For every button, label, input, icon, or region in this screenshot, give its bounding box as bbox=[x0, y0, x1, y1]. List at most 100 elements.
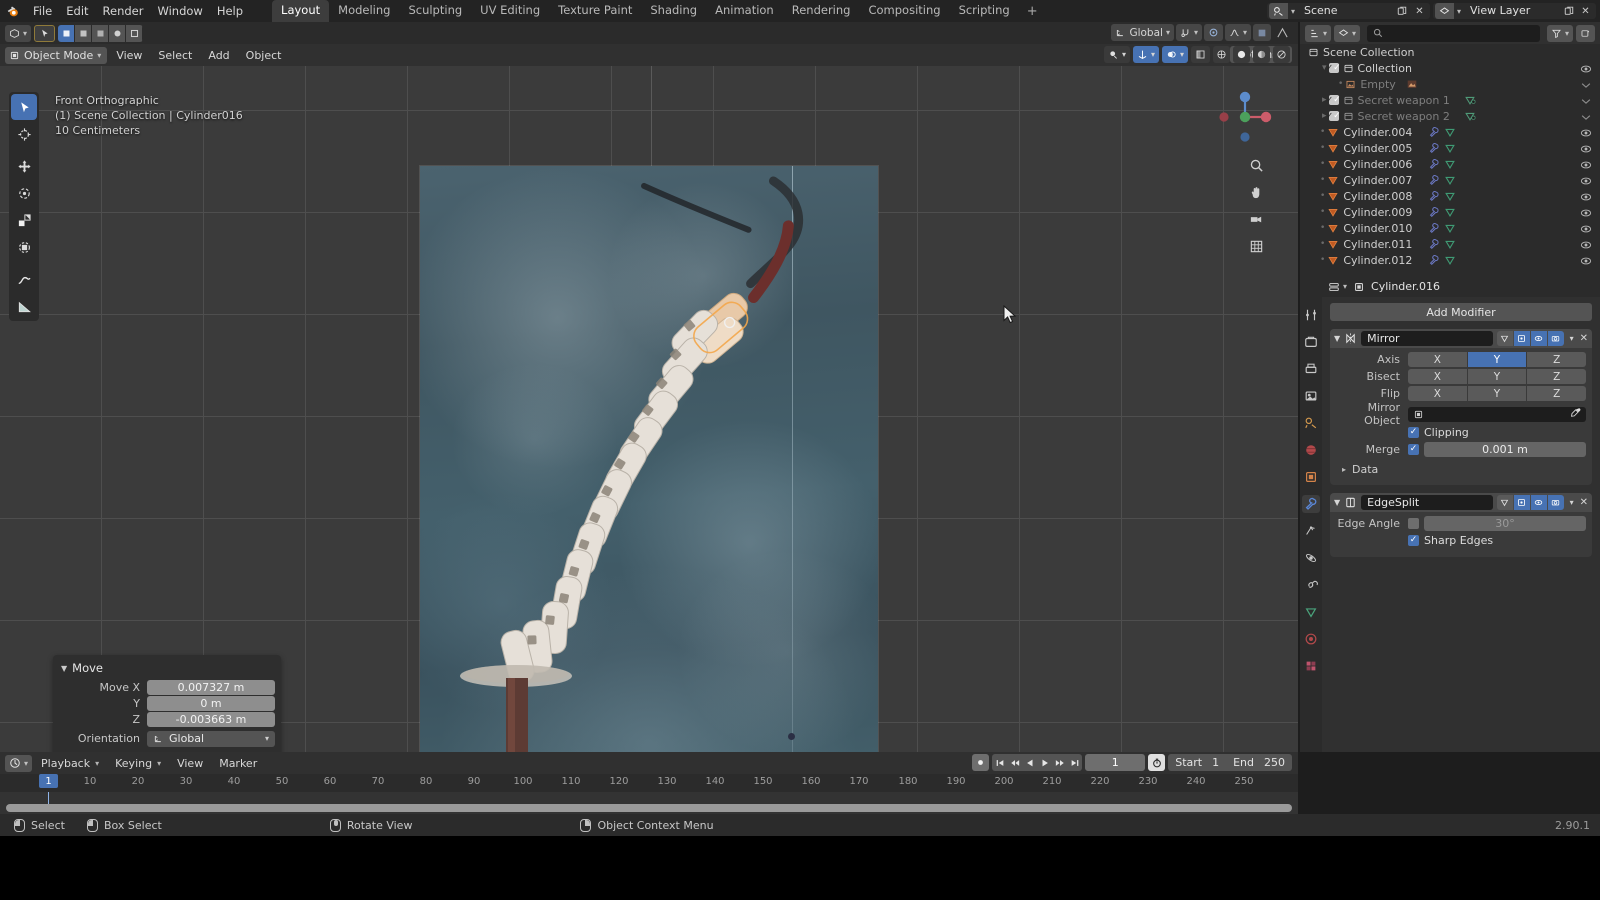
new-view-layer-icon[interactable] bbox=[1560, 3, 1577, 19]
properties-tab-physics[interactable] bbox=[1302, 549, 1320, 567]
outliner-row-secret-weapon-2[interactable]: ▸ ✓ Secret weapon 2 bbox=[1300, 108, 1600, 124]
mirror-flip-x[interactable]: X bbox=[1408, 386, 1467, 401]
mirror-axis-x[interactable]: X bbox=[1408, 352, 1467, 367]
start-frame-field[interactable]: Start 1 bbox=[1168, 754, 1226, 771]
mesh-data-icon[interactable] bbox=[1444, 174, 1456, 186]
mesh-data-icon[interactable] bbox=[1444, 142, 1456, 154]
annotate-tool-icon[interactable] bbox=[11, 266, 37, 292]
workspace-tab-rendering[interactable]: Rendering bbox=[783, 0, 860, 22]
properties-tab-material[interactable] bbox=[1302, 630, 1320, 648]
mirror-data-subpanel[interactable]: ▸ Data bbox=[1336, 459, 1586, 478]
modifier-delete-icon[interactable]: ✕ bbox=[1580, 497, 1588, 508]
outliner-filter-icon[interactable]: ▾ bbox=[1547, 25, 1573, 42]
menu-help[interactable]: Help bbox=[210, 2, 250, 21]
properties-tab-world[interactable] bbox=[1302, 441, 1320, 459]
modifier-toggle-render[interactable] bbox=[1548, 495, 1564, 510]
timeline-menu-playback[interactable]: Playback ▾ bbox=[34, 755, 106, 772]
next-keyframe-icon[interactable] bbox=[1052, 754, 1067, 771]
outliner-row-cylinder-012[interactable]: • Cylinder.012 bbox=[1300, 252, 1600, 268]
mesh-data-icon[interactable] bbox=[1444, 206, 1456, 218]
mesh-data-icon[interactable] bbox=[1464, 110, 1476, 122]
toggle-ortho-perspective-icon[interactable] bbox=[1249, 239, 1264, 257]
snapping-dropdown[interactable]: ▾ bbox=[1176, 24, 1202, 41]
add-workspace-button[interactable]: + bbox=[1019, 2, 1046, 21]
camera-view-icon[interactable] bbox=[1249, 212, 1264, 230]
edgesplit-edge-angle-checkbox[interactable] bbox=[1408, 518, 1419, 529]
chevron-down-icon[interactable]: ▾ bbox=[265, 734, 269, 743]
properties-tab-object[interactable] bbox=[1302, 468, 1320, 486]
workspace-tab-compositing[interactable]: Compositing bbox=[859, 0, 949, 22]
select-mode-invert-icon[interactable] bbox=[109, 25, 126, 42]
current-frame-field[interactable]: 1 bbox=[1085, 754, 1145, 771]
outliner-row-cylinder-010[interactable]: • Cylinder.010 bbox=[1300, 220, 1600, 236]
navigation-gizmo[interactable] bbox=[1216, 88, 1274, 146]
modifier-icon[interactable] bbox=[1428, 158, 1440, 170]
outliner-search-input[interactable] bbox=[1367, 25, 1540, 42]
mirror-bisect-z[interactable]: Z bbox=[1527, 369, 1586, 384]
workspace-tab-layout[interactable]: Layout bbox=[272, 0, 329, 22]
mesh-data-icon[interactable] bbox=[1444, 158, 1456, 170]
remove-scene-icon[interactable]: ✕ bbox=[1411, 3, 1428, 19]
new-scene-icon[interactable] bbox=[1394, 3, 1411, 19]
mirror-axis-y[interactable]: Y bbox=[1468, 352, 1527, 367]
outliner-tree[interactable]: Scene Collection ▾ ✓ Collection • Empty bbox=[1300, 44, 1600, 276]
eyedropper-icon[interactable] bbox=[1570, 407, 1581, 421]
timeline-horizontal-scrollbar[interactable] bbox=[6, 804, 1292, 812]
select-mode-set-icon[interactable] bbox=[58, 25, 75, 42]
outliner-row-cylinder-008[interactable]: • Cylinder.008 bbox=[1300, 188, 1600, 204]
select-mode-subtract-icon[interactable] bbox=[92, 25, 109, 42]
viewport-menu-select[interactable]: Select bbox=[151, 47, 199, 64]
disclosure-dot-icon[interactable]: • bbox=[1320, 127, 1325, 137]
modifier-toggle-realtime[interactable] bbox=[1531, 331, 1547, 346]
viewport-menu-view[interactable]: View bbox=[109, 47, 149, 64]
properties-editor-type-icon[interactable]: ▾ bbox=[1328, 281, 1347, 293]
outliner-row-cylinder-011[interactable]: • Cylinder.011 bbox=[1300, 236, 1600, 252]
play-icon[interactable] bbox=[1037, 754, 1052, 771]
properties-tab-constraints[interactable] bbox=[1302, 576, 1320, 594]
jump-to-start-icon[interactable] bbox=[992, 754, 1007, 771]
select-mode-intersect-icon[interactable] bbox=[126, 25, 143, 42]
timeline-playhead[interactable]: 1 bbox=[39, 774, 58, 788]
falloff-curve-icon[interactable] bbox=[1273, 24, 1292, 41]
disclosure-dot-icon[interactable]: • bbox=[1320, 255, 1325, 265]
object-mode-dropdown[interactable]: Object Mode ▾ bbox=[5, 47, 107, 64]
mirror-flip-y[interactable]: Y bbox=[1468, 386, 1527, 401]
modifier-icon[interactable] bbox=[1428, 126, 1440, 138]
properties-tab-render[interactable] bbox=[1302, 333, 1320, 351]
properties-tab-particles[interactable] bbox=[1302, 522, 1320, 540]
properties-tab-scene[interactable] bbox=[1302, 414, 1320, 432]
collection-checkbox[interactable]: ✓ bbox=[1329, 95, 1339, 105]
modifier-icon[interactable] bbox=[1428, 222, 1440, 234]
workspace-tab-animation[interactable]: Animation bbox=[706, 0, 783, 22]
properties-tab-modifier[interactable] bbox=[1302, 495, 1320, 513]
timeline-menu-view[interactable]: View bbox=[170, 755, 210, 772]
view-layer-name-field[interactable]: View Layer bbox=[1464, 3, 1560, 19]
outliner-display-mode-icon[interactable]: ▾ bbox=[1334, 25, 1360, 42]
mirror-merge-checkbox[interactable] bbox=[1408, 444, 1419, 455]
outliner-new-collection-icon[interactable] bbox=[1576, 25, 1595, 42]
end-frame-field[interactable]: End 250 bbox=[1226, 754, 1292, 771]
properties-tab-view-layer[interactable] bbox=[1302, 387, 1320, 405]
modifier-toggle-realtime[interactable] bbox=[1531, 495, 1547, 510]
modifier-toggle-on-cage[interactable] bbox=[1497, 331, 1513, 346]
visibility-dropdown-icon[interactable]: ▾ bbox=[1104, 46, 1130, 63]
modifier-toggle-on-cage[interactable] bbox=[1497, 495, 1513, 510]
xray-toggle-icon[interactable] bbox=[1191, 46, 1210, 63]
outliner-row-collection[interactable]: ▾ ✓ Collection bbox=[1300, 60, 1600, 76]
editor-type-icon[interactable]: ▾ bbox=[5, 25, 31, 42]
mesh-data-icon[interactable] bbox=[1444, 190, 1456, 202]
timeline-menu-keying[interactable]: Keying ▾ bbox=[108, 755, 168, 772]
modifier-delete-icon[interactable]: ✕ bbox=[1580, 333, 1588, 344]
shading-rendered-icon[interactable] bbox=[1273, 46, 1290, 63]
mesh-data-icon[interactable] bbox=[1444, 254, 1456, 266]
modifier-icon[interactable] bbox=[1428, 190, 1440, 202]
rotate-tool-icon[interactable] bbox=[11, 180, 37, 206]
outliner-editor-type-icon[interactable]: ▾ bbox=[1305, 25, 1331, 42]
modifier-name-mirror[interactable]: Mirror bbox=[1361, 331, 1492, 346]
modifier-toggle-edit-mode[interactable] bbox=[1514, 331, 1530, 346]
remove-view-layer-icon[interactable]: ✕ bbox=[1577, 3, 1594, 19]
proportional-editing-icon[interactable] bbox=[1204, 24, 1223, 41]
use-preview-range-icon[interactable] bbox=[1148, 754, 1165, 771]
edgesplit-sharp-edges-checkbox[interactable] bbox=[1408, 535, 1419, 546]
modifier-icon[interactable] bbox=[1428, 142, 1440, 154]
